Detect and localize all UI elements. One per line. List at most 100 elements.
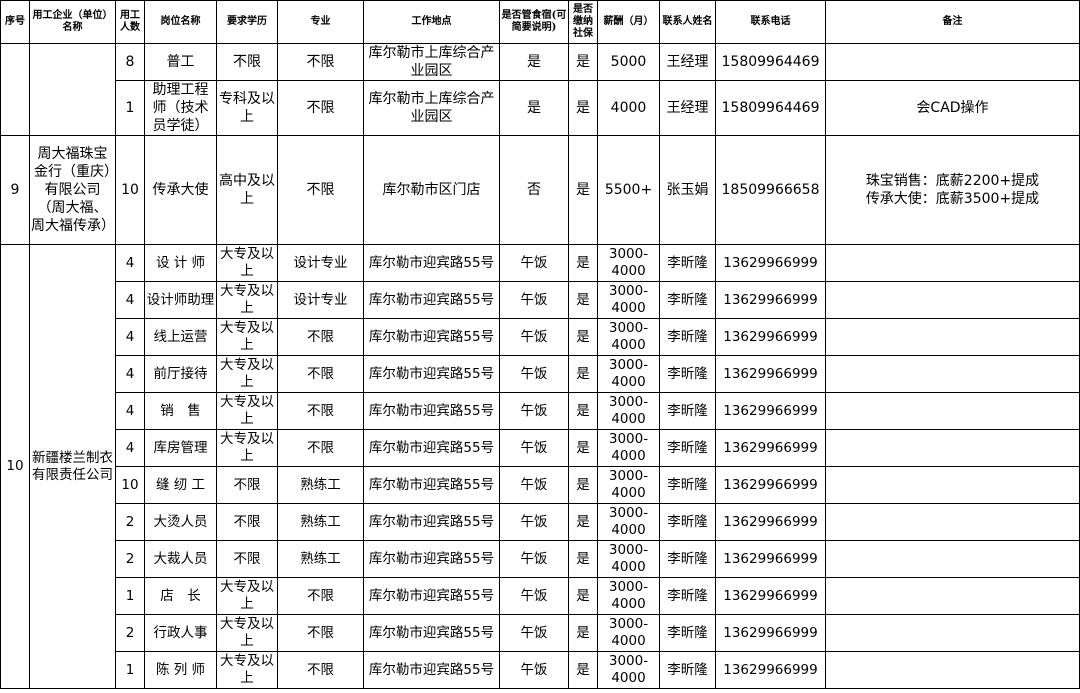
phone-cell: 13629966999 [715,503,826,541]
phone-cell: 15809964469 [715,80,826,136]
major-cell: 熟练工 [277,540,364,578]
table-row: 8 普工 不限 不限 库尔勒市上库综合产业园区 是 是 5000 王经理 158… [0,43,1080,136]
seq-cell: 10 [0,244,30,689]
table-row: 4销 售大专及以上 不限 库尔勒市迎宾路55号 午饭是 3000-4000 李昕隆 1362… [1,392,1080,430]
insurance-cell: 是 [568,540,598,578]
note-cell [825,577,1080,615]
salary-cell: 3000-4000 [597,614,660,652]
position-cell: 线上运营 [144,318,217,356]
header-insurance: 是否缴纳社保 [568,0,598,44]
location-cell: 库尔勒市迎宾路55号 [363,466,500,504]
contact-cell: 李昕隆 [659,429,716,467]
education-cell: 不限 [216,540,278,578]
table-row: 1 助理工程师（技术员学徒） 专科及以上 不限 库尔勒市上库综合产业园区 是 是… [1,80,1080,136]
table-row: 1陈 列 师大专及以上 不限 库尔勒市迎宾路55号 午饭是 3000-4000 李昕隆 13… [1,651,1080,689]
position-cell: 大裁人员 [144,540,217,578]
location-cell: 库尔勒市迎宾路55号 [363,503,500,541]
contact-cell: 王经理 [659,80,716,136]
phone-cell: 13629966999 [715,429,826,467]
board-cell: 是 [499,80,569,136]
education-cell: 专科及以上 [216,80,278,136]
education-cell: 大专及以上 [216,429,278,467]
note-cell [825,503,1080,541]
salary-cell: 3000-4000 [597,466,660,504]
insurance-cell: 是 [568,244,598,282]
salary-cell: 3000-4000 [597,577,660,615]
table-row: 10 新疆楼兰制衣有限责任公司 4 设 计 师大专及以上 设计专业 库尔勒市迎宾路55号午… [0,244,1080,689]
insurance-cell: 是 [568,503,598,541]
note-cell [825,43,1080,81]
note-cell [825,318,1080,356]
company-cell [29,43,116,136]
location-cell: 库尔勒市上库综合产业园区 [363,80,500,136]
count-cell: 1 [115,577,145,615]
board-cell: 是 [499,43,569,81]
count-cell: 4 [115,318,145,356]
board-cell: 午饭 [499,392,569,430]
salary-cell: 3000-4000 [597,281,660,319]
position-cell: 普工 [144,43,217,81]
education-cell: 大专及以上 [216,392,278,430]
board-cell: 午饭 [499,577,569,615]
table-row: 4 库房管理 大专及以上 不限 库尔勒市迎宾路55号 午饭是 3000-4000 李昕隆 136… [1,429,1080,467]
note-cell [825,466,1080,504]
note-cell [825,651,1080,689]
header-education: 要求学历 [216,0,278,44]
header-phone: 联系电话 [715,0,826,44]
location-cell: 库尔勒市迎宾路55号 [363,244,500,282]
note-cell [825,614,1080,652]
note-cell [825,281,1080,319]
education-cell: 大专及以上 [216,281,278,319]
insurance-cell: 是 [568,392,598,430]
education-cell: 高中及以上 [216,135,278,245]
location-cell: 库尔勒市迎宾路55号 [363,281,500,319]
table-row: 1店 长大专及以上 不限 库尔勒市迎宾路55号 午饭是 3000-4000 李昕隆 1362… [1,577,1080,615]
education-cell: 不限 [216,466,278,504]
count-cell: 10 [115,135,145,245]
salary-cell: 3000-4000 [597,503,660,541]
contact-cell: 李昕隆 [659,244,716,282]
position-cell: 销 售 [144,392,217,430]
phone-cell: 13629966999 [715,540,826,578]
position-cell: 陈 列 师 [144,651,217,689]
company-cell: 周大福珠宝金行（重庆）有限公司（周大福、周大福传承） [29,135,116,245]
insurance-cell: 是 [568,614,598,652]
position-cell: 大烫人员 [144,503,217,541]
location-cell: 库尔勒市迎宾路55号 [363,614,500,652]
position-cell: 设计师助理 [144,281,217,319]
header-board: 是否管食宿(可简要说明) [499,0,569,44]
seq-cell [0,43,30,136]
contact-cell: 李昕隆 [659,540,716,578]
salary-cell: 3000-4000 [597,540,660,578]
location-cell: 库尔勒市迎宾路55号 [363,577,500,615]
education-cell: 大专及以上 [216,577,278,615]
note-cell [825,392,1080,430]
location-cell: 库尔勒市迎宾路55号 [363,429,500,467]
major-cell: 熟练工 [277,466,364,504]
insurance-cell: 是 [568,355,598,393]
major-cell: 设计专业 [277,244,364,282]
position-cell: 缝 纫 工 [144,466,217,504]
insurance-cell: 是 [568,80,598,136]
major-cell: 不限 [277,577,364,615]
table-row: 2 大裁人员 不限 熟练工 库尔勒市迎宾路55号 午饭是 3000-4000 李昕隆 13629… [1,540,1080,578]
header-contact: 联系人姓名 [659,0,716,44]
table-row: 2 大烫人员 不限 熟练工 库尔勒市迎宾路55号 午饭是 3000-4000 李昕隆 13629… [1,503,1080,541]
table-row: 9 周大福珠宝金行（重庆）有限公司（周大福、周大福传承） 10 传承大使 高中及… [0,135,1080,245]
contact-cell: 李昕隆 [659,466,716,504]
location-cell: 库尔勒市区门店 [363,135,500,245]
location-cell: 库尔勒市迎宾路55号 [363,540,500,578]
position-cell: 行政人事 [144,614,217,652]
phone-cell: 13629966999 [715,466,826,504]
insurance-cell: 是 [568,466,598,504]
position-cell: 库房管理 [144,429,217,467]
major-cell: 不限 [277,429,364,467]
position-cell: 助理工程师（技术员学徒） [144,80,217,136]
phone-cell: 13629966999 [715,392,826,430]
phone-cell: 13629966999 [715,614,826,652]
count-cell: 4 [115,244,145,282]
phone-cell: 13629966999 [715,281,826,319]
major-cell: 不限 [277,80,364,136]
count-cell: 1 [115,651,145,689]
education-cell: 大专及以上 [216,318,278,356]
